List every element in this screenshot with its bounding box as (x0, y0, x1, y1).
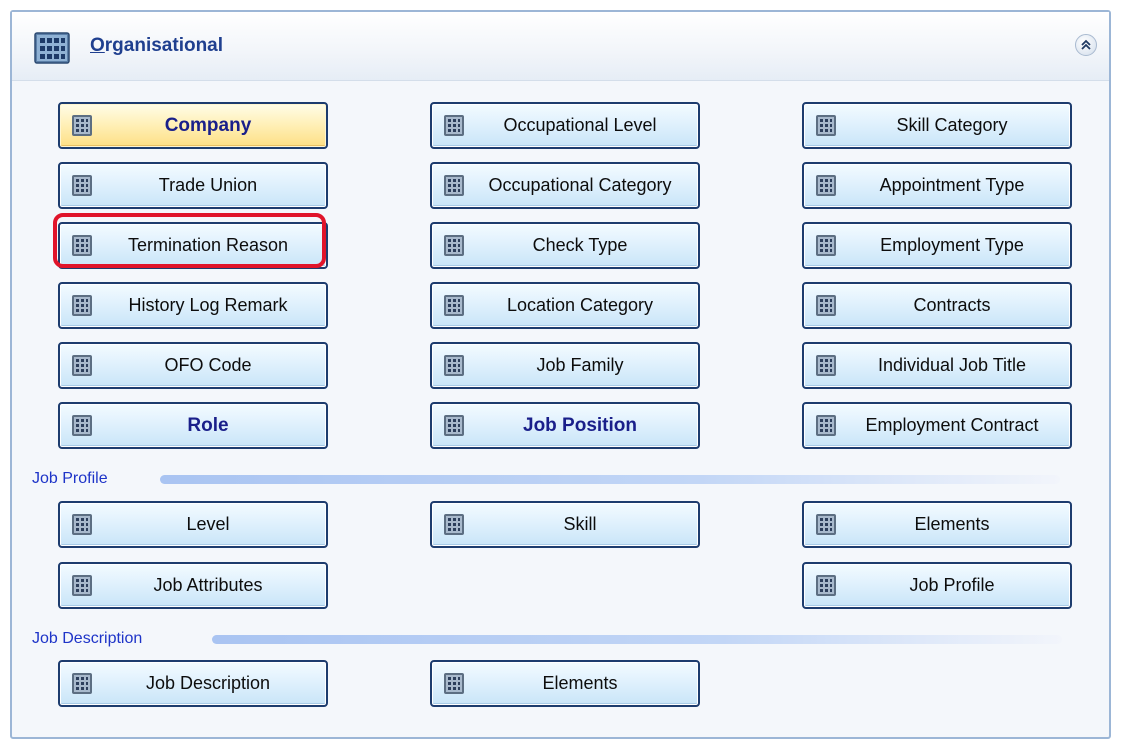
building-icon (816, 415, 836, 436)
contracts-button[interactable]: Contracts (802, 282, 1072, 329)
building-icon (444, 673, 464, 694)
job-attributes-button[interactable]: Job Attributes (58, 562, 328, 609)
termination-reason-button[interactable]: Termination Reason (58, 222, 328, 269)
employment-type-label: Employment Type (880, 235, 1024, 255)
job-family-button[interactable]: Job Family (430, 342, 700, 389)
section-divider-job-profile (160, 475, 1060, 484)
double-chevron-up-icon (1081, 39, 1091, 50)
check-type-label: Check Type (532, 235, 628, 255)
job-family-label: Job Family (536, 355, 624, 375)
history-log-remark-label: History Log Remark (128, 295, 288, 315)
skill-category-label: Skill Category (896, 115, 1008, 135)
building-icon (816, 575, 836, 596)
level-label: Level (186, 514, 230, 534)
trade-union-label: Trade Union (158, 175, 258, 195)
job-position-label: Job Position (523, 414, 637, 436)
section-label-job-profile: Job Profile (32, 470, 108, 487)
panel-title-text: rganisational (104, 35, 224, 56)
contracts-label: Contracts (913, 295, 991, 315)
building-icon (444, 115, 464, 136)
skill-button[interactable]: Skill (430, 501, 700, 548)
building-icon (72, 575, 92, 596)
skill-category-button[interactable]: Skill Category (802, 102, 1072, 149)
building-icon (444, 514, 464, 535)
elements-profile-button[interactable]: Elements (802, 501, 1072, 548)
individual-job-title-label: Individual Job Title (877, 355, 1027, 375)
section-divider-job-description (212, 635, 1062, 644)
building-icon (72, 115, 92, 136)
building-icon (72, 235, 92, 256)
company-label: Company (164, 114, 252, 136)
location-category-button[interactable]: Location Category (430, 282, 700, 329)
building-icon (444, 415, 464, 436)
building-icon (72, 295, 92, 316)
employment-type-button[interactable]: Employment Type (802, 222, 1072, 269)
job-description-button[interactable]: Job Description (58, 660, 328, 707)
termination-reason-label: Termination Reason (127, 235, 289, 255)
elements-description-label: Elements (542, 673, 618, 693)
building-icon (816, 295, 836, 316)
building-icon (72, 514, 92, 535)
employment-contract-button[interactable]: Employment Contract (802, 402, 1072, 449)
check-type-button[interactable]: Check Type (430, 222, 700, 269)
building-icon (444, 175, 464, 196)
elements-profile-label: Elements (914, 514, 990, 534)
panel-title-access-key: O (90, 35, 105, 56)
job-profile-button[interactable]: Job Profile (802, 562, 1072, 609)
building-icon (72, 415, 92, 436)
building-icon (72, 673, 92, 694)
occupational-level-button[interactable]: Occupational Level (430, 102, 700, 149)
skill-label: Skill (563, 514, 597, 534)
building-icon (816, 115, 836, 136)
building-icon (816, 355, 836, 376)
building-icon (816, 235, 836, 256)
appointment-type-button[interactable]: Appointment Type (802, 162, 1072, 209)
building-icon (444, 355, 464, 376)
occupational-level-label: Occupational Level (503, 115, 657, 135)
occupational-category-label: Occupational Category (488, 175, 672, 195)
building-icon (444, 295, 464, 316)
role-label: Role (187, 414, 229, 436)
building-icon (34, 32, 70, 64)
building-icon (444, 235, 464, 256)
level-button[interactable]: Level (58, 501, 328, 548)
company-button[interactable]: Company (58, 102, 328, 149)
ofo-code-label: OFO Code (164, 355, 252, 375)
building-icon (72, 175, 92, 196)
job-description-label: Job Description (145, 673, 271, 693)
panel-title[interactable]: Organisational (90, 35, 223, 57)
job-profile-label: Job Profile (909, 575, 995, 595)
elements-description-button[interactable]: Elements (430, 660, 700, 707)
building-icon (72, 355, 92, 376)
section-label-job-description: Job Description (32, 630, 143, 647)
building-icon (816, 514, 836, 535)
location-category-label: Location Category (506, 295, 654, 315)
role-button[interactable]: Role (58, 402, 328, 449)
trade-union-button[interactable]: Trade Union (58, 162, 328, 209)
panel-header: Organisational (12, 12, 1109, 81)
individual-job-title-button[interactable]: Individual Job Title (802, 342, 1072, 389)
collapse-button[interactable] (1075, 34, 1097, 56)
history-log-remark-button[interactable]: History Log Remark (58, 282, 328, 329)
appointment-type-label: Appointment Type (879, 175, 1025, 195)
occupational-category-button[interactable]: Occupational Category (430, 162, 700, 209)
ofo-code-button[interactable]: OFO Code (58, 342, 328, 389)
job-position-button[interactable]: Job Position (430, 402, 700, 449)
building-icon (816, 175, 836, 196)
job-attributes-label: Job Attributes (153, 575, 263, 595)
employment-contract-label: Employment Contract (865, 415, 1039, 435)
